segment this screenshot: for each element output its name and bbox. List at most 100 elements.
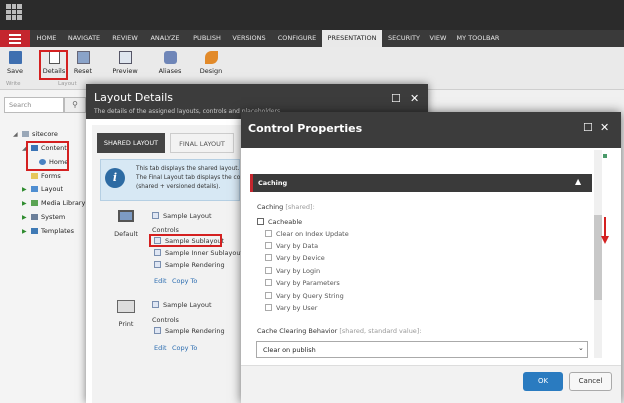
- tab-analyze[interactable]: ANALYZE: [145, 30, 185, 47]
- vary-by-query-string-checkbox[interactable]: Vary by Query String: [265, 292, 344, 300]
- ok-button[interactable]: OK: [523, 372, 563, 391]
- checkbox-label: Vary by Device: [276, 254, 325, 262]
- vary-by-parameters-checkbox[interactable]: Vary by Parameters: [265, 279, 340, 287]
- close-icon[interactable]: ✕: [600, 121, 609, 134]
- cacheable-checkbox[interactable]: Cacheable: [257, 218, 302, 226]
- vary-by-user-checkbox[interactable]: Vary by User: [265, 304, 317, 312]
- control-name: Sample Rendering: [165, 261, 225, 269]
- print-layout-row[interactable]: Sample Layout: [152, 301, 212, 309]
- checkbox-label: Vary by Query String: [276, 292, 344, 300]
- printer-icon: [117, 300, 135, 313]
- search-icon[interactable]: ⚲: [64, 97, 86, 113]
- tree-item-templates[interactable]: Templates: [31, 227, 74, 235]
- tree-label: System: [41, 213, 66, 221]
- search-input[interactable]: Search: [4, 97, 64, 113]
- checkbox-box: [265, 254, 272, 261]
- tab-versions[interactable]: VERSIONS: [228, 30, 270, 47]
- caching-section-title: Caching: [258, 179, 288, 187]
- expand-media-icon[interactable]: ▶: [22, 200, 27, 207]
- reset-button[interactable]: Reset: [72, 51, 94, 75]
- tree-label: Media Library: [41, 199, 86, 207]
- clear-on-index-update-checkbox[interactable]: Clear on Index Update: [265, 230, 349, 238]
- expand-sitecore-icon[interactable]: ◢: [13, 131, 18, 138]
- layout-folder-icon: [31, 186, 38, 192]
- maximize-icon[interactable]: ☐: [391, 92, 401, 105]
- vary-by-data-checkbox[interactable]: Vary by Data: [265, 242, 318, 250]
- controls-label: Controls: [152, 226, 179, 234]
- print-device: Print: [112, 300, 140, 328]
- tab-security[interactable]: SECURITY: [384, 30, 424, 47]
- tree-item-layout[interactable]: Layout: [31, 185, 63, 193]
- info-text-line: This tab displays the shared layout.: [136, 166, 240, 172]
- checkbox-label: Cacheable: [268, 218, 303, 226]
- expand-templates-icon[interactable]: ▶: [22, 228, 27, 235]
- preview-label: Preview: [112, 67, 138, 75]
- top-bar: [0, 0, 624, 30]
- cancel-button[interactable]: Cancel: [569, 372, 612, 391]
- tab-navigate[interactable]: NAVIGATE: [62, 30, 106, 47]
- tree-item-sitecore[interactable]: sitecore: [22, 130, 58, 138]
- maximize-icon[interactable]: ☐: [583, 121, 593, 134]
- vary-by-login-checkbox[interactable]: Vary by Login: [265, 267, 320, 275]
- tab-home[interactable]: HOME: [33, 30, 60, 47]
- aliases-label: Aliases: [158, 67, 182, 75]
- tree-item-media-library[interactable]: Media Library: [31, 199, 85, 207]
- tab-shared-layout[interactable]: SHARED LAYOUT: [97, 133, 165, 153]
- field-meta: [shared, standard value]:: [339, 327, 422, 335]
- group-write-label: Write: [6, 81, 21, 87]
- tab-review[interactable]: REVIEW: [108, 30, 142, 47]
- aliases-button[interactable]: Aliases: [155, 51, 185, 75]
- tab-configure[interactable]: CONFIGURE: [273, 30, 321, 47]
- chevron-up-icon[interactable]: ▲: [575, 177, 581, 186]
- control-row[interactable]: Sample Rendering: [154, 261, 225, 269]
- dialog-footer: [241, 365, 621, 403]
- control-row[interactable]: Sample Inner Sublayout: [154, 249, 243, 257]
- checkbox-label: Vary by Data: [276, 242, 319, 250]
- details-highlight: [39, 50, 68, 80]
- tab-final-layout[interactable]: FINAL LAYOUT: [170, 133, 234, 153]
- close-icon[interactable]: ✕: [410, 92, 419, 105]
- default-device: Default: [112, 210, 140, 238]
- copy-to-default-link[interactable]: Copy To: [172, 277, 197, 285]
- menu-icon[interactable]: [0, 30, 30, 47]
- sample-sublayout-highlight: [149, 234, 222, 247]
- tree-label: sitecore: [32, 130, 58, 138]
- control-row[interactable]: Sample Rendering: [154, 327, 225, 335]
- media-folder-icon: [31, 200, 38, 206]
- edit-print-link[interactable]: Edit: [154, 344, 167, 352]
- checkbox-label: Vary by Login: [276, 267, 321, 275]
- tab-presentation[interactable]: PRESENTATION: [322, 30, 382, 47]
- group-layout-label: Layout: [58, 81, 77, 87]
- save-button[interactable]: Save: [4, 51, 26, 75]
- caching-field-label: Caching [shared]:: [257, 203, 315, 211]
- app-launcher-icon[interactable]: [6, 4, 22, 20]
- tree-item-system[interactable]: System: [31, 213, 65, 221]
- vary-by-device-checkbox[interactable]: Vary by Device: [265, 254, 325, 262]
- cache-clearing-select[interactable]: Clear on publish: [256, 341, 588, 358]
- expand-layout-icon[interactable]: ▶: [22, 186, 27, 193]
- checkbox-box: [257, 218, 264, 225]
- chevron-down-icon[interactable]: ⌄: [578, 344, 584, 352]
- tab-my-toolbar[interactable]: MY TOOLBAR: [453, 30, 503, 47]
- edit-default-link[interactable]: Edit: [154, 277, 167, 285]
- tree-label: Forms: [41, 172, 61, 180]
- tree-item-forms[interactable]: Forms: [31, 172, 61, 180]
- preview-button[interactable]: Preview: [110, 51, 140, 75]
- sitecore-node-icon: [22, 131, 29, 137]
- tab-publish[interactable]: PUBLISH: [188, 30, 226, 47]
- checkbox-box: [265, 292, 272, 299]
- design-button[interactable]: Design: [196, 51, 226, 75]
- cache-clearing-label: Cache Clearing Behavior [shared, standar…: [257, 327, 422, 335]
- caching-section-header[interactable]: [250, 174, 592, 192]
- preview-icon: [118, 51, 132, 64]
- copy-to-print-link[interactable]: Copy To: [172, 344, 197, 352]
- scroll-marker-icon: [603, 154, 607, 158]
- tab-view[interactable]: VIEW: [426, 30, 450, 47]
- save-label: Save: [7, 67, 23, 75]
- default-layout-row[interactable]: Sample Layout: [152, 212, 212, 220]
- info-icon: i: [105, 168, 125, 188]
- expand-system-icon[interactable]: ▶: [22, 214, 27, 221]
- checkbox-label: Clear on Index Update: [276, 230, 349, 238]
- checkbox-label: Vary by Parameters: [276, 279, 340, 287]
- forms-folder-icon: [31, 173, 38, 179]
